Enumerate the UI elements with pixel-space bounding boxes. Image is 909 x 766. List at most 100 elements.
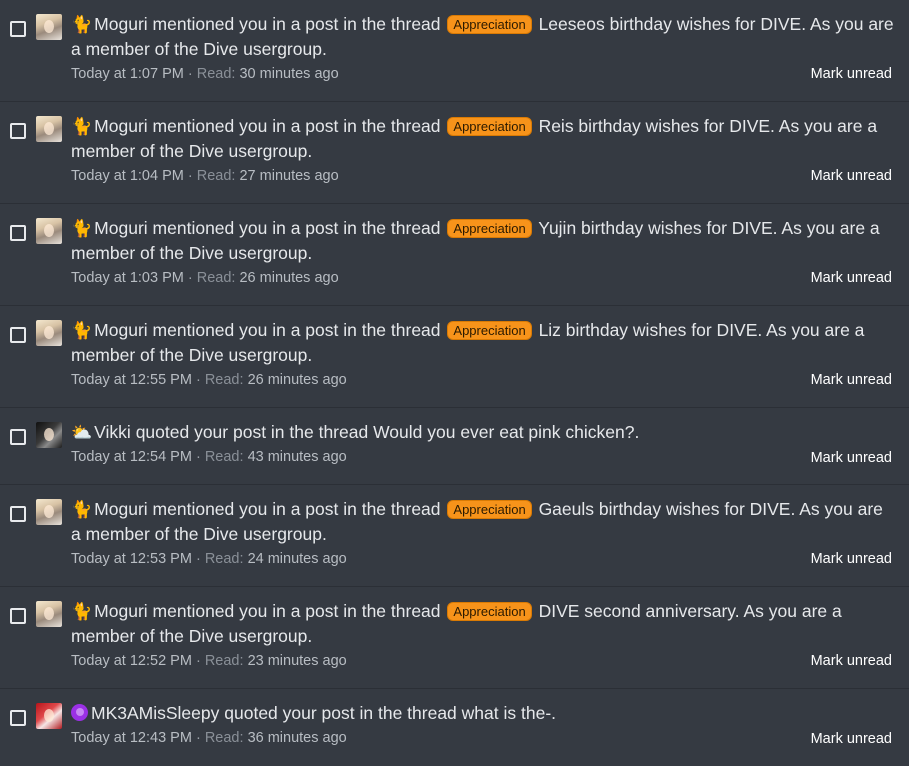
meta-separator: · [195,551,201,567]
read-time: 43 minutes ago [247,449,347,465]
alert-meta: Today at 12:52 PM · Read: 23 minutes ago [71,651,897,671]
select-checkbox[interactable] [10,506,26,522]
alert-content: 🐈 Moguri mentioned you in a post in the t… [71,497,897,569]
alert-meta: Today at 12:53 PM · Read: 24 minutes ago [71,549,897,569]
meta-separator: · [187,168,193,184]
read-label: Read: [204,372,244,388]
read-label: Read: [204,551,244,567]
meta-separator: · [195,730,201,746]
avatar[interactable] [36,218,62,244]
username-link[interactable]: Moguri [94,218,148,238]
username-link[interactable]: Moguri [94,14,148,34]
thread-link[interactable]: what is the- [462,703,551,723]
avatar[interactable] [36,703,62,729]
thread-link[interactable]: DIVE second anniversary [539,601,735,621]
alert-text: 🐈 Moguri mentioned you in a post in the t… [71,114,897,164]
alert-action: mentioned you in a post in the thread [152,601,441,621]
alert-action: quoted your post in the thread [135,422,369,442]
alert-content: 🐈 Moguri mentioned you in a post in the t… [71,114,897,186]
alert-content: 🐈 Moguri mentioned you in a post in the t… [71,318,897,390]
select-checkbox[interactable] [10,429,26,445]
alert-date: Today at 12:55 PM [71,372,192,388]
username-link[interactable]: Moguri [94,601,148,621]
avatar-face [44,505,54,518]
cat-emoji-icon: 🐈 [71,117,93,136]
read-label: Read: [196,270,236,286]
alert-action: mentioned you in a post in the thread [152,14,441,34]
alert-action: mentioned you in a post in the thread [152,499,441,519]
alert-date: Today at 1:07 PM [71,66,184,82]
avatar[interactable] [36,116,62,142]
alert-meta: Today at 12:55 PM · Read: 26 minutes ago [71,370,897,390]
mark-unread-link[interactable]: Mark unread [811,549,892,569]
select-checkbox[interactable] [10,710,26,726]
alert-meta: Today at 1:04 PM · Read: 27 minutes ago [71,166,897,186]
alert-meta: Today at 12:54 PM · Read: 43 minutes ago [71,447,897,467]
avatar[interactable] [36,14,62,40]
select-checkbox[interactable] [10,225,26,241]
alert-action: quoted your post in the thread [224,703,457,723]
alert-meta: Today at 1:07 PM · Read: 30 minutes ago [71,64,897,84]
meta-separator: · [187,270,193,286]
sun-cloud-emoji-icon: ⛅ [71,423,93,442]
read-label: Read: [204,730,244,746]
appreciation-label[interactable]: Appreciation [447,15,532,34]
mark-unread-link[interactable]: Mark unread [811,64,892,84]
alert-suffix: . [634,422,640,442]
mark-unread-link[interactable]: Mark unread [811,448,892,468]
mark-unread-link[interactable]: Mark unread [811,370,892,390]
avatar-face [44,428,54,441]
cat-emoji-icon: 🐈 [71,500,93,519]
thread-link[interactable]: Would you ever eat pink chicken? [373,422,634,442]
meta-separator: · [195,449,201,465]
username-link[interactable]: MK3AMisSleepy [91,703,219,723]
thread-link[interactable]: Liz birthday wishes for DIVE [539,320,758,340]
alert-action: mentioned you in a post in the thread [152,116,441,136]
meta-separator: · [195,372,201,388]
avatar-face [44,122,54,135]
read-time: 23 minutes ago [247,653,347,669]
username-link[interactable]: Vikki [94,422,131,442]
select-checkbox[interactable] [10,327,26,343]
avatar[interactable] [36,601,62,627]
alert-content: 🐈 Moguri mentioned you in a post in the t… [71,216,897,288]
mark-unread-link[interactable]: Mark unread [811,166,892,186]
read-time: 30 minutes ago [239,66,339,82]
avatar-face [44,607,54,620]
avatar-face [44,20,54,33]
cat-emoji-icon: 🐈 [71,219,93,238]
select-checkbox[interactable] [10,608,26,624]
avatar[interactable] [36,320,62,346]
thread-link[interactable]: Reis birthday wishes for DIVE [539,116,770,136]
mark-unread-link[interactable]: Mark unread [811,268,892,288]
avatar-face [44,224,54,237]
mark-unread-link[interactable]: Mark unread [811,729,892,749]
username-link[interactable]: Moguri [94,499,148,519]
alert-meta: Today at 1:03 PM · Read: 26 minutes ago [71,268,897,288]
read-time: 26 minutes ago [247,372,347,388]
username-link[interactable]: Moguri [94,320,148,340]
read-time: 27 minutes ago [239,168,339,184]
alert-suffix: . [551,703,557,723]
cat-emoji-icon: 🐈 [71,15,93,34]
alert-row: MK3AMisSleepy quoted your post in the th… [0,689,909,766]
appreciation-label[interactable]: Appreciation [447,602,532,621]
username-link[interactable]: Moguri [94,116,148,136]
appreciation-label[interactable]: Appreciation [447,219,532,238]
alert-content: 🐈 Moguri mentioned you in a post in the t… [71,12,897,84]
select-checkbox[interactable] [10,21,26,37]
appreciation-label[interactable]: Appreciation [447,500,532,519]
appreciation-label[interactable]: Appreciation [447,321,532,340]
alert-row: 🐈 Moguri mentioned you in a post in the t… [0,306,909,408]
select-checkbox[interactable] [10,123,26,139]
avatar[interactable] [36,422,62,448]
avatar[interactable] [36,499,62,525]
thread-link[interactable]: Gaeuls birthday wishes for DIVE [539,499,791,519]
appreciation-label[interactable]: Appreciation [447,117,532,136]
thread-link[interactable]: Leeseos birthday wishes for DIVE [539,14,802,34]
thread-link[interactable]: Yujin birthday wishes for DIVE [538,218,772,238]
mark-unread-link[interactable]: Mark unread [811,651,892,671]
alert-row: 🐈 Moguri mentioned you in a post in the t… [0,0,909,102]
read-label: Read: [196,168,236,184]
alert-action: mentioned you in a post in the thread [152,320,441,340]
